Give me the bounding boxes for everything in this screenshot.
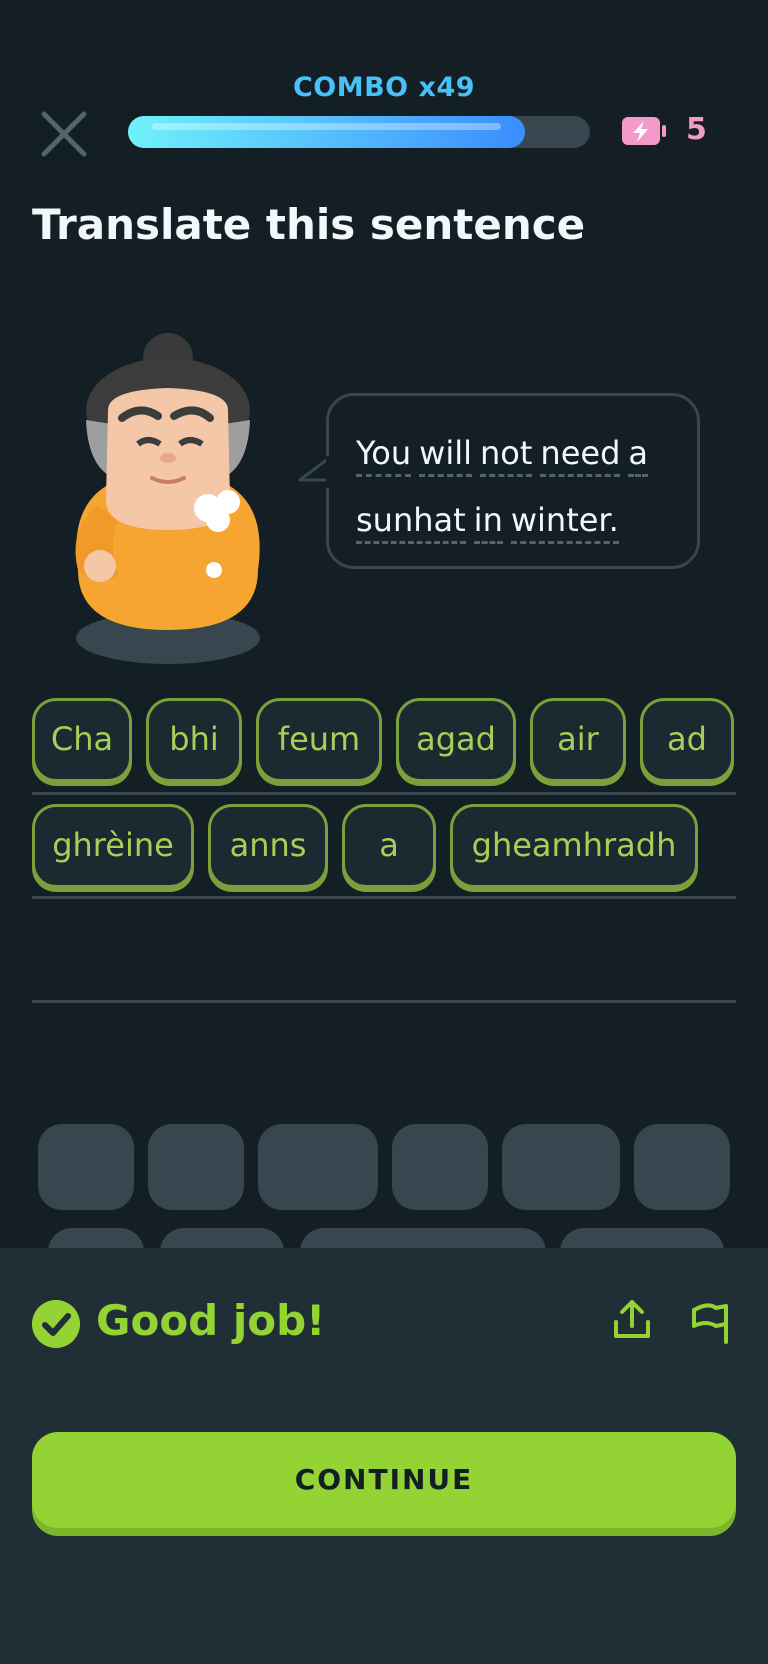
report-flag-icon[interactable] (690, 1296, 736, 1346)
answer-word-chip[interactable]: agad (396, 698, 516, 782)
word-bank-slot (634, 1124, 730, 1210)
answer-word-chip[interactable]: a (342, 804, 436, 888)
check-icon (32, 1300, 80, 1348)
answer-word-chip[interactable]: anns (208, 804, 328, 888)
prompt-word[interactable]: not (480, 434, 533, 477)
prompt-word[interactable]: in (473, 501, 503, 544)
prompt-word[interactable]: sunhat (356, 501, 466, 544)
word-bank-slot (258, 1124, 378, 1210)
word-bank-slot (502, 1124, 620, 1210)
word-bank-slot (148, 1124, 244, 1210)
prompt-sentence-line-2: sunhat in winter. (356, 487, 686, 554)
answer-line (32, 896, 736, 899)
word-bank-slot (392, 1124, 488, 1210)
energy-battery-icon (622, 117, 666, 145)
combo-counter: COMBO x49 (292, 72, 476, 103)
prompt-word[interactable]: need (540, 434, 621, 477)
answer-word-chip[interactable]: ad (640, 698, 734, 782)
answer-word-chip[interactable]: feum (256, 698, 382, 782)
energy-count: 5 (686, 112, 707, 147)
character-illustration (75, 333, 260, 664)
close-icon[interactable] (38, 108, 90, 160)
prompt-word[interactable]: You (356, 434, 412, 477)
prompt-sentence-line-1: You will not need a (356, 420, 686, 487)
speech-bubble-tail (298, 456, 330, 488)
answer-word-chip[interactable]: Cha (32, 698, 132, 782)
answer-word-chip[interactable]: ghrèine (32, 804, 194, 888)
answer-line (32, 1000, 736, 1003)
prompt-sentence: You will not need a sunhat in winter. (356, 420, 686, 554)
lesson-progress-fill (128, 116, 525, 148)
answer-word-chip[interactable]: bhi (146, 698, 242, 782)
page-title: Translate this sentence (32, 200, 586, 249)
feedback-message: Good job! (96, 1296, 326, 1345)
prompt-word[interactable]: will (419, 434, 472, 477)
prompt-word[interactable]: a (628, 434, 648, 477)
continue-button[interactable]: CONTINUE (32, 1432, 736, 1528)
share-icon[interactable] (608, 1296, 656, 1344)
progress-shine (152, 123, 501, 130)
answer-word-chip[interactable]: gheamhradh (450, 804, 698, 888)
prompt-word[interactable]: winter. (510, 501, 619, 544)
lesson-progress-bar (128, 116, 590, 148)
answer-word-chip[interactable]: air (530, 698, 626, 782)
answer-line (32, 792, 736, 795)
word-bank-slot (38, 1124, 134, 1210)
